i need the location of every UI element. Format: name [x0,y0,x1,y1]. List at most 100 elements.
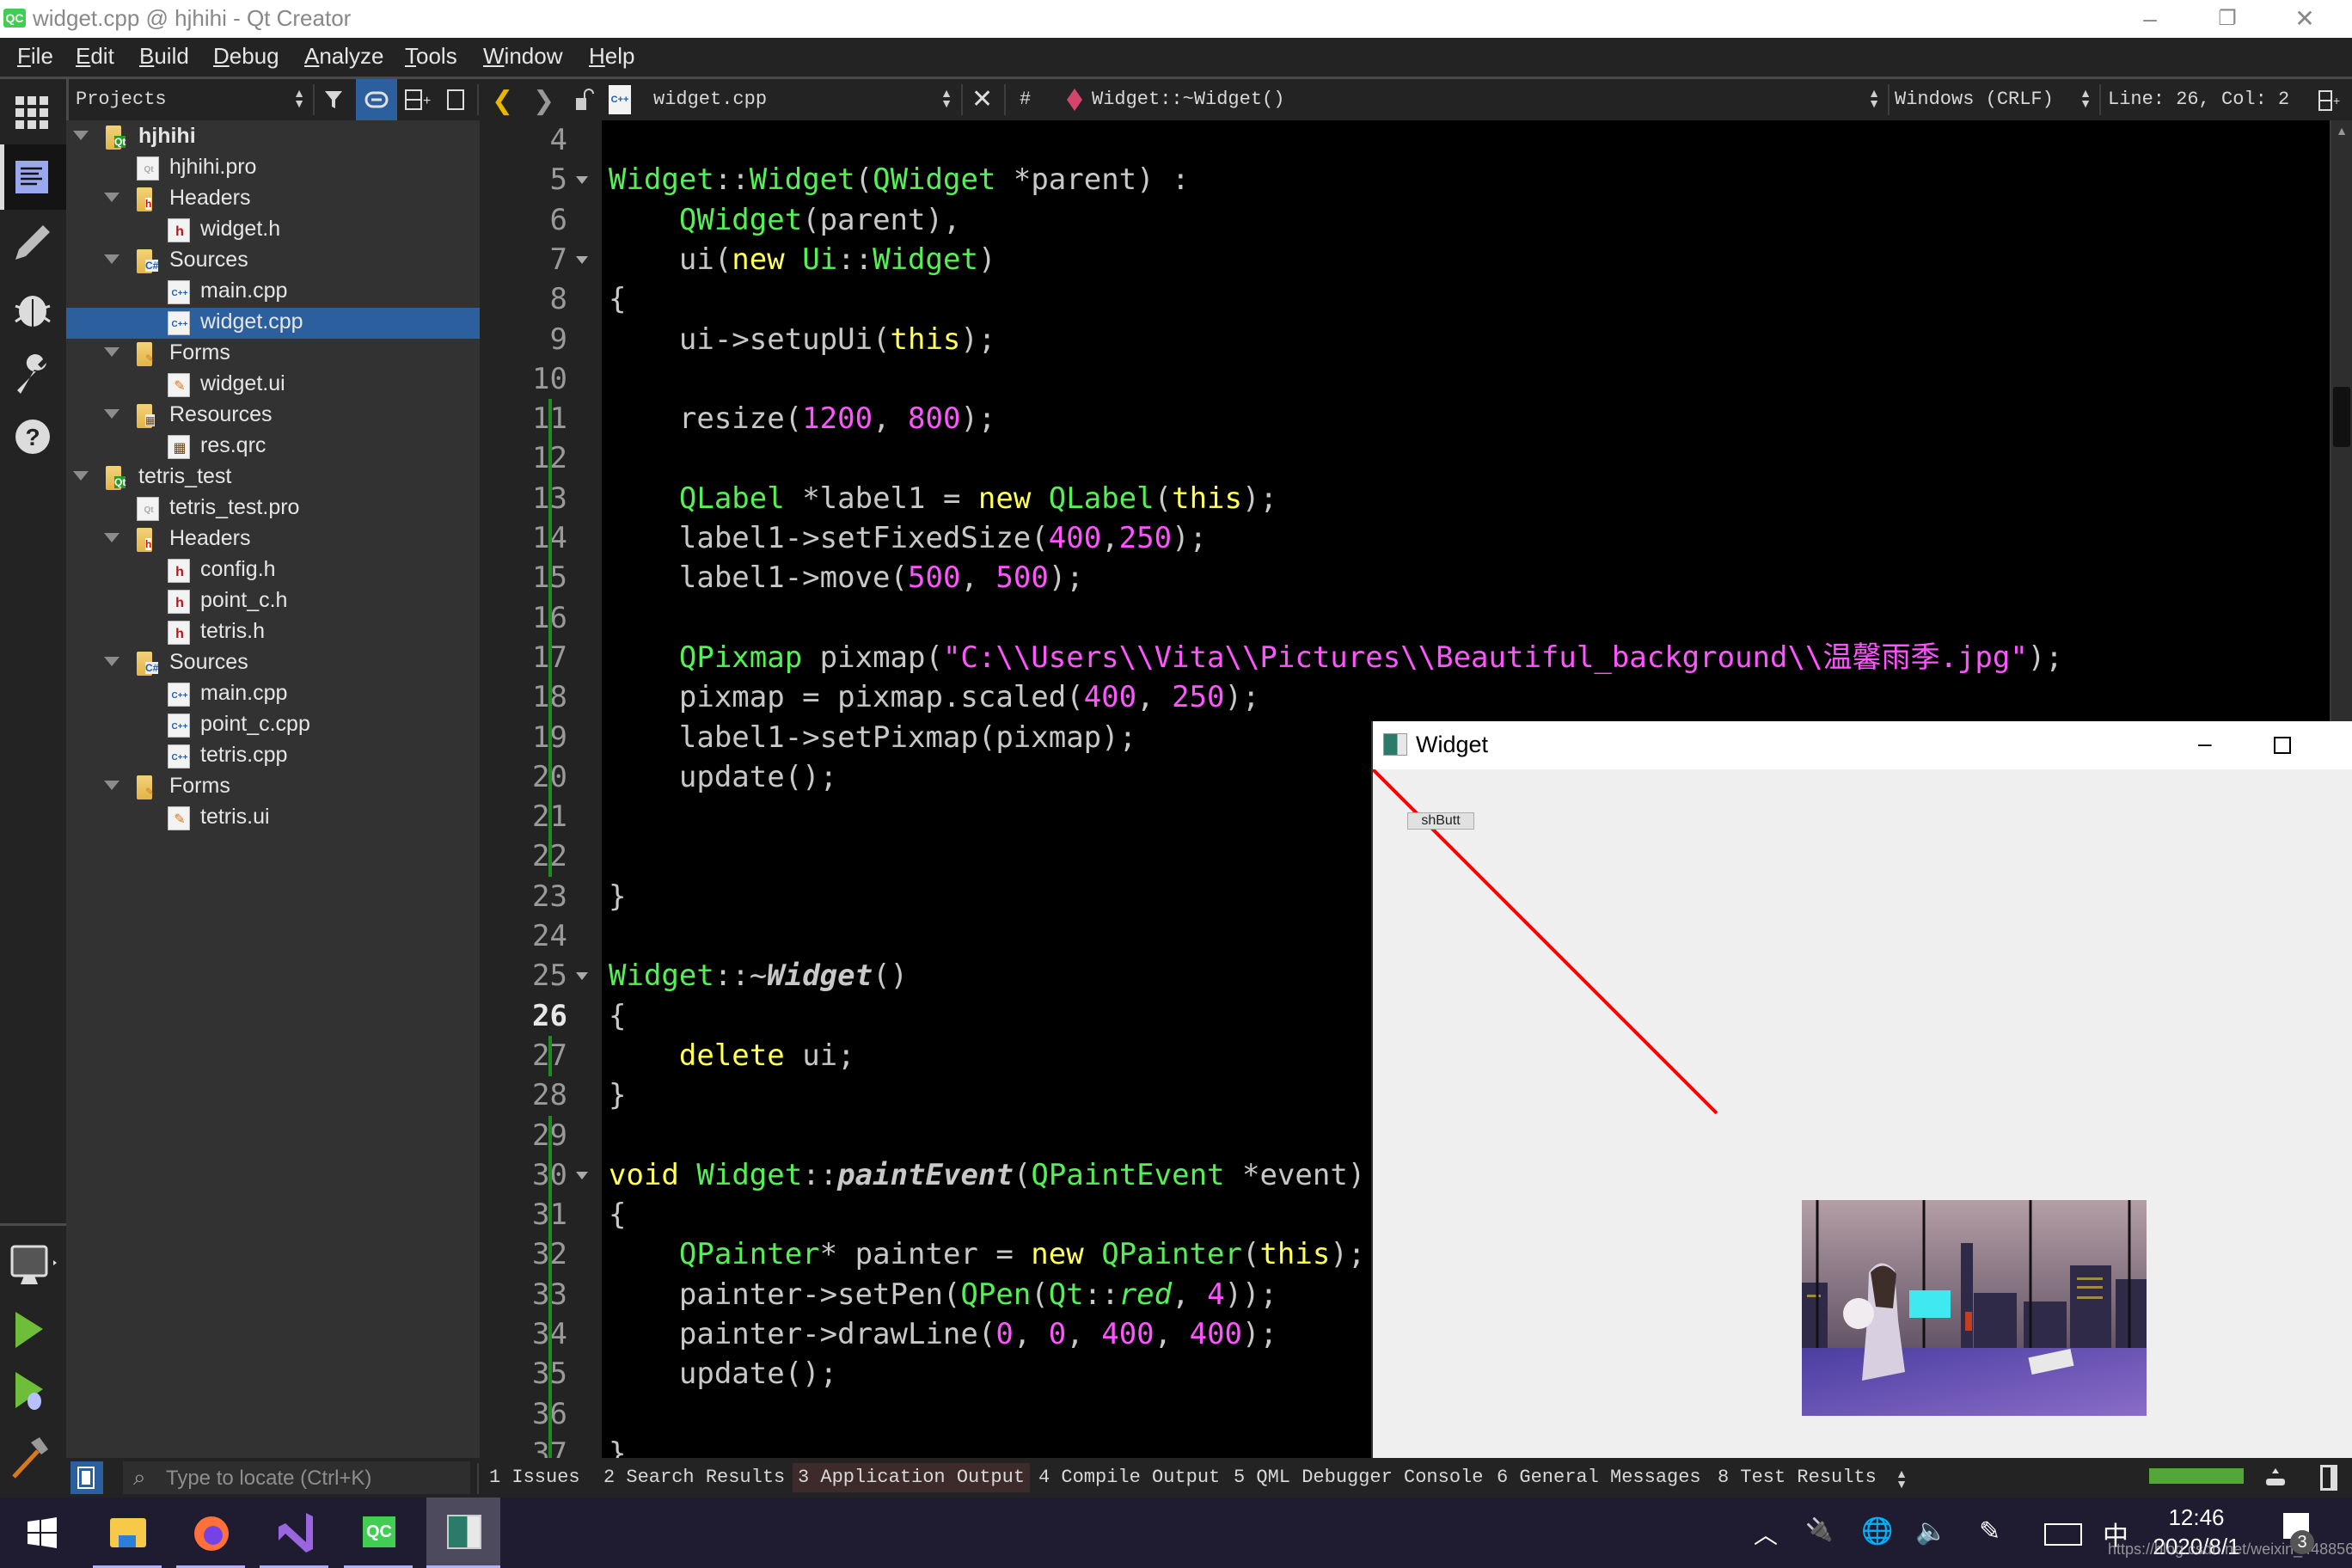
tree-item[interactable]: ▦ res.qrc [66,432,480,462]
tree-item[interactable]: C++ main.cpp [66,679,480,710]
toggle-right-sidebar-icon[interactable] [2320,1465,2337,1491]
tree-item[interactable]: C# Sources [66,246,480,277]
clock-time[interactable]: 12:46 [2153,1504,2239,1531]
close-button[interactable]: ✕ [2266,0,2343,38]
line-ending-updown-icon[interactable]: ▲ ▼ [2079,87,2092,109]
menu-build[interactable]: Build [139,43,189,70]
volume-icon[interactable]: 🔈 [1915,1516,1947,1547]
build-button[interactable] [0,1427,66,1492]
split-add-icon[interactable]: + [404,88,432,112]
tree-item[interactable]: h widget.h [66,215,480,246]
tree-item[interactable]: ▦ Resources [66,401,480,432]
menu-file[interactable]: File [17,43,53,70]
tree-item[interactable]: h Headers [66,184,480,215]
debug-run-button[interactable] [0,1362,66,1427]
tree-item[interactable]: Qt tetris_test [66,462,480,493]
tree-item[interactable]: ✎ tetris.ui [66,803,480,834]
widget-maximize-button[interactable] [2274,737,2291,754]
pen-icon[interactable]: ✎ [1979,1516,2000,1547]
filter-icon[interactable] [323,88,346,112]
tree-item[interactable]: h config.h [66,555,480,586]
tree-item[interactable]: C++ widget.cpp [66,308,480,339]
fold-arrow-icon[interactable] [576,972,588,981]
scrollbar-handle[interactable] [2333,387,2350,447]
back-icon[interactable]: ❮ [492,86,513,116]
widget-minimize-button[interactable]: – [2198,730,2212,757]
tree-item[interactable]: h Headers [66,524,480,555]
tree-item[interactable]: C++ point_c.cpp [66,710,480,741]
mode-projects[interactable] [0,340,66,406]
mode-debug[interactable] [0,275,66,340]
output-tab[interactable]: 1 Issues [484,1463,585,1492]
mode-design[interactable] [0,210,66,275]
battery-icon[interactable]: 🔌 [1805,1516,1833,1543]
tree-item[interactable]: ✎ widget.ui [66,370,480,401]
menu-window[interactable]: Window [483,43,562,70]
scroll-up-icon[interactable]: ▲ [2333,124,2350,141]
expand-arrow-icon[interactable] [73,131,89,140]
taskbar-firefox[interactable] [176,1498,247,1568]
tree-item[interactable]: Qt hjhihi [66,122,480,153]
symbol-selector[interactable]: Widget::~Widget() [1092,89,1284,110]
output-tab[interactable]: 6 General Messages [1491,1463,1706,1492]
document-updown-icon[interactable]: ▲ ▼ [940,87,953,109]
run-button[interactable] [0,1296,66,1362]
tree-item[interactable]: h tetris.h [66,617,480,648]
tree-item[interactable]: Qt tetris_test.pro [66,493,480,524]
mode-edit[interactable] [0,144,66,210]
tree-item[interactable]: C++ main.cpp [66,277,480,308]
minimize-button[interactable]: – [2111,0,2189,38]
expand-arrow-icon[interactable] [104,533,119,542]
restore-button[interactable]: ❐ [2189,0,2266,38]
menu-debug[interactable]: Debug [213,43,279,70]
kit-selector[interactable] [0,1231,66,1296]
expand-arrow-icon[interactable] [104,254,119,264]
expand-arrow-icon[interactable] [104,409,119,419]
taskbar-visual-studio[interactable] [260,1498,330,1568]
fold-arrow-icon[interactable] [576,255,588,264]
output-tab[interactable]: 2 Search Results [598,1463,790,1492]
link-with-editor-button[interactable] [356,79,397,120]
sh-button[interactable]: shButt [1407,812,1474,830]
maximize-output-icon[interactable] [2263,1467,2288,1489]
mode-welcome[interactable] [0,79,66,144]
taskbar-widget-app[interactable] [426,1498,500,1568]
taskbar-file-explorer[interactable] [93,1498,163,1568]
expand-arrow-icon[interactable] [104,347,119,357]
expand-arrow-icon[interactable] [104,781,119,790]
menu-tools[interactable]: Tools [405,43,457,70]
output-tab[interactable]: 4 Compile Output [1033,1463,1225,1492]
forward-icon[interactable]: ❯ [533,86,554,116]
unlocked-icon[interactable] [574,88,595,112]
output-tabs-updown-icon[interactable]: ▲ ▼ [1895,1467,1908,1490]
fold-arrow-icon[interactable] [576,1171,588,1179]
network-icon[interactable]: 🌐 [1861,1516,1893,1547]
sidebar-view-updown-icon[interactable]: ▲ ▼ [292,87,306,109]
open-document-selector[interactable]: widget.cpp [653,89,767,110]
start-button[interactable] [7,1498,77,1568]
line-ending-selector[interactable]: Windows (CRLF) [1895,89,2054,110]
output-tab[interactable]: 5 QML Debugger Console [1228,1463,1488,1492]
toggle-sidebar-button[interactable] [70,1461,103,1494]
tree-item[interactable]: ✎ Forms [66,772,480,803]
close-document-icon[interactable]: ✕ [971,84,993,114]
tree-item[interactable]: h point_c.h [66,586,480,617]
widget-app-window[interactable]: Widget – shButt [1371,721,2352,1458]
touch-keyboard-icon[interactable] [2044,1523,2082,1546]
expand-arrow-icon[interactable] [73,471,89,481]
output-tab[interactable]: 8 Test Results [1712,1463,1882,1492]
tree-item[interactable]: ✎ Forms [66,339,480,370]
expand-arrow-icon[interactable] [104,657,119,666]
tree-item[interactable]: C# Sources [66,648,480,679]
menu-help[interactable]: Help [589,43,634,70]
output-tab[interactable]: 3 Application Output [793,1463,1031,1492]
cursor-position[interactable]: Line: 26, Col: 2 [2108,89,2289,110]
close-sidebar-icon[interactable] [447,89,464,110]
taskbar-qt-creator[interactable]: QC [344,1498,414,1568]
tree-item[interactable]: C++ tetris.cpp [66,741,480,772]
expand-arrow-icon[interactable] [104,193,119,202]
menu-analyze[interactable]: Analyze [304,43,384,70]
show-hidden-icons[interactable]: ︿ [1754,1516,1778,1551]
mode-help[interactable]: ? [0,406,66,471]
split-editor-icon[interactable]: + [2318,89,2343,112]
